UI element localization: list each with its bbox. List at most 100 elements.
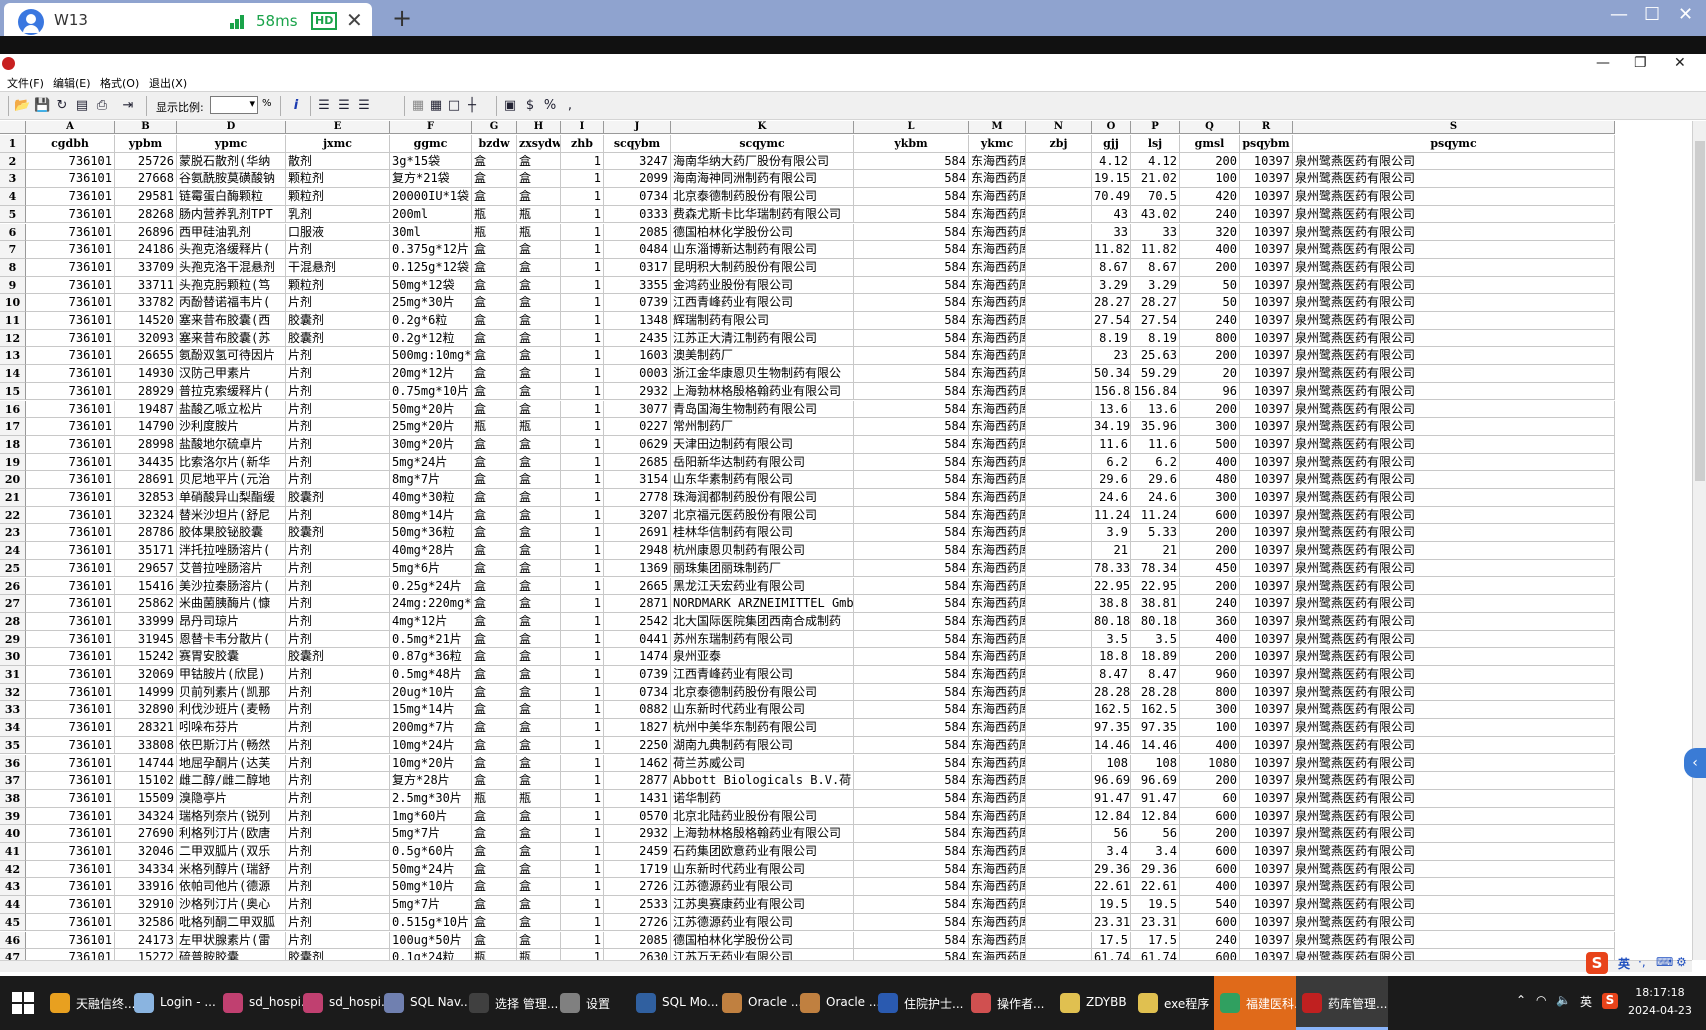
table-cell[interactable]: 33 bbox=[1092, 223, 1131, 242]
table-cell[interactable]: 盒 bbox=[517, 878, 561, 897]
table-cell[interactable]: 91.47 bbox=[1131, 789, 1180, 808]
table-cell[interactable]: 东海西药库 bbox=[969, 276, 1026, 295]
table-cell[interactable]: 蒙脱石散剂(华纳 bbox=[177, 152, 286, 171]
table-cell[interactable]: 736101 bbox=[26, 577, 115, 596]
table-cell[interactable]: 吲哚布芬片 bbox=[177, 719, 286, 737]
table-cell[interactable]: 东海西药库 bbox=[969, 241, 1026, 259]
spreadsheet-grid[interactable]: A B D E F G H I J K L M N O P Q R S 1 cgdbh ypbm ypmc jxmc ggmc… bbox=[0, 121, 1692, 960]
table-cell[interactable]: 584 bbox=[854, 241, 969, 259]
row-number[interactable]: 18 bbox=[0, 435, 26, 454]
table-cell[interactable]: 33916 bbox=[115, 878, 177, 897]
table-cell[interactable]: 胶囊剂 bbox=[286, 312, 390, 330]
table-cell[interactable]: 50mg*36粒 bbox=[390, 524, 472, 543]
table-cell[interactable]: 584 bbox=[854, 843, 969, 861]
table-cell[interactable]: 28268 bbox=[115, 205, 177, 224]
table-cell[interactable]: 584 bbox=[854, 559, 969, 578]
column-header[interactable]: Q bbox=[1180, 121, 1240, 134]
table-cell[interactable]: 东海西药库 bbox=[969, 736, 1026, 755]
table-cell[interactable]: 湖南九典制药有限公司 bbox=[671, 736, 854, 755]
table-cell[interactable]: 10397 bbox=[1240, 276, 1293, 295]
table-cell[interactable]: 11.24 bbox=[1092, 506, 1131, 525]
table-cell[interactable]: 736101 bbox=[26, 701, 115, 720]
table-cell[interactable]: 15416 bbox=[115, 577, 177, 596]
table-cell[interactable]: 28321 bbox=[115, 719, 177, 737]
table-cell[interactable]: 2085 bbox=[604, 223, 671, 242]
table-cell[interactable]: 584 bbox=[854, 931, 969, 950]
table-cell[interactable]: 盒 bbox=[517, 666, 561, 684]
table-cell[interactable]: 盒 bbox=[517, 276, 561, 295]
row-number[interactable]: 44 bbox=[0, 896, 26, 914]
row-number[interactable]: 9 bbox=[0, 276, 26, 295]
table-cell[interactable]: 18.8 bbox=[1092, 648, 1131, 666]
table-cell[interactable]: 泉州鹭燕医药有限公司 bbox=[1293, 719, 1615, 737]
table-cell[interactable]: 替米沙坦片(舒尼 bbox=[177, 506, 286, 525]
table-cell[interactable]: 584 bbox=[854, 400, 969, 419]
table-cell[interactable]: 泉州亚泰 bbox=[671, 648, 854, 666]
table-cell[interactable]: 0.5mg*48片 bbox=[390, 666, 472, 684]
table-cell[interactable]: 3.9 bbox=[1092, 524, 1131, 543]
table-cell[interactable]: 泉州鹭燕医药有限公司 bbox=[1293, 506, 1615, 525]
table-cell[interactable]: 东海西药库 bbox=[969, 542, 1026, 560]
table-cell[interactable]: 利格列汀片(欧唐 bbox=[177, 825, 286, 843]
table-cell[interactable]: 1 bbox=[561, 223, 604, 242]
table-cell[interactable]: 25.63 bbox=[1131, 347, 1180, 366]
table-cell[interactable]: 600 bbox=[1180, 949, 1240, 960]
table-cell[interactable]: 泉州鹭燕医药有限公司 bbox=[1293, 365, 1615, 383]
table-cell[interactable]: 东海西药库 bbox=[969, 188, 1026, 206]
table-cell[interactable]: 胶囊剂 bbox=[286, 329, 390, 348]
table-cell[interactable]: 2665 bbox=[604, 577, 671, 596]
field-name-cell[interactable]: gjj bbox=[1092, 135, 1131, 153]
table-cell[interactable]: 片剂 bbox=[286, 860, 390, 879]
table-cell[interactable]: 1431 bbox=[604, 789, 671, 808]
table-cell[interactable]: 10397 bbox=[1240, 365, 1293, 383]
table-cell[interactable]: 甲钴胺片(欣昆) bbox=[177, 666, 286, 684]
table-cell[interactable] bbox=[1026, 666, 1092, 684]
table-cell[interactable]: 海南华纳大药厂股份有限公司 bbox=[671, 152, 854, 171]
table-cell[interactable]: 200 bbox=[1180, 152, 1240, 171]
table-cell[interactable]: 盒 bbox=[517, 347, 561, 366]
table-cell[interactable]: 18.89 bbox=[1131, 648, 1180, 666]
table-cell[interactable]: 复方*28片 bbox=[390, 772, 472, 790]
table-cell[interactable]: 0.1g*24粒 bbox=[390, 949, 472, 960]
align-right-icon[interactable]: ☰ bbox=[356, 98, 372, 114]
table-cell[interactable]: 584 bbox=[854, 577, 969, 596]
column-header[interactable]: G bbox=[472, 121, 517, 134]
table-cell[interactable]: 2932 bbox=[604, 825, 671, 843]
table-cell[interactable]: 盒 bbox=[472, 258, 517, 277]
table-cell[interactable]: 艾普拉唑肠溶片 bbox=[177, 559, 286, 578]
table-cell[interactable]: 沙利度胺片 bbox=[177, 418, 286, 436]
table-cell[interactable]: 240 bbox=[1180, 931, 1240, 950]
table-cell[interactable] bbox=[1026, 595, 1092, 613]
table-cell[interactable]: 北京泰德制药股份有限公司 bbox=[671, 188, 854, 206]
table-cell[interactable]: 盐酸地尔硫卓片 bbox=[177, 435, 286, 454]
table-cell[interactable]: 东海西药库 bbox=[969, 931, 1026, 950]
table-cell[interactable]: 0.515g*10片 bbox=[390, 913, 472, 932]
table-cell[interactable]: 10397 bbox=[1240, 435, 1293, 454]
table-cell[interactable]: 10397 bbox=[1240, 807, 1293, 826]
table-cell[interactable]: 1 bbox=[561, 559, 604, 578]
table-cell[interactable]: 584 bbox=[854, 365, 969, 383]
table-cell[interactable]: 东海西药库 bbox=[969, 772, 1026, 790]
table-cell[interactable]: 584 bbox=[854, 825, 969, 843]
table-cell[interactable]: 29.6 bbox=[1092, 471, 1131, 489]
table-cell[interactable]: 3.29 bbox=[1092, 276, 1131, 295]
table-cell[interactable]: 胶囊剂 bbox=[286, 648, 390, 666]
table-cell[interactable]: 片剂 bbox=[286, 559, 390, 578]
table-cell[interactable]: 320 bbox=[1180, 223, 1240, 242]
table-cell[interactable]: 584 bbox=[854, 453, 969, 472]
table-cell[interactable]: 108 bbox=[1131, 754, 1180, 773]
row-number[interactable]: 46 bbox=[0, 931, 26, 950]
row-number[interactable]: 10 bbox=[0, 294, 26, 312]
table-cell[interactable]: 1 bbox=[561, 719, 604, 737]
table-cell[interactable]: 0.75mg*10片 bbox=[390, 382, 472, 401]
table-cell[interactable]: 泉州鹭燕医药有限公司 bbox=[1293, 329, 1615, 348]
table-cell[interactable]: 泉州鹭燕医药有限公司 bbox=[1293, 276, 1615, 295]
align-left-icon[interactable]: ☰ bbox=[316, 98, 332, 114]
table-cell[interactable]: 59.29 bbox=[1131, 365, 1180, 383]
table-cell[interactable]: 1 bbox=[561, 258, 604, 277]
row-number[interactable]: 7 bbox=[0, 241, 26, 259]
table-cell[interactable]: 泉州鹭燕医药有限公司 bbox=[1293, 312, 1615, 330]
table-cell[interactable]: 盒 bbox=[517, 913, 561, 932]
table-cell[interactable]: 240 bbox=[1180, 205, 1240, 224]
table-cell[interactable]: 1 bbox=[561, 294, 604, 312]
